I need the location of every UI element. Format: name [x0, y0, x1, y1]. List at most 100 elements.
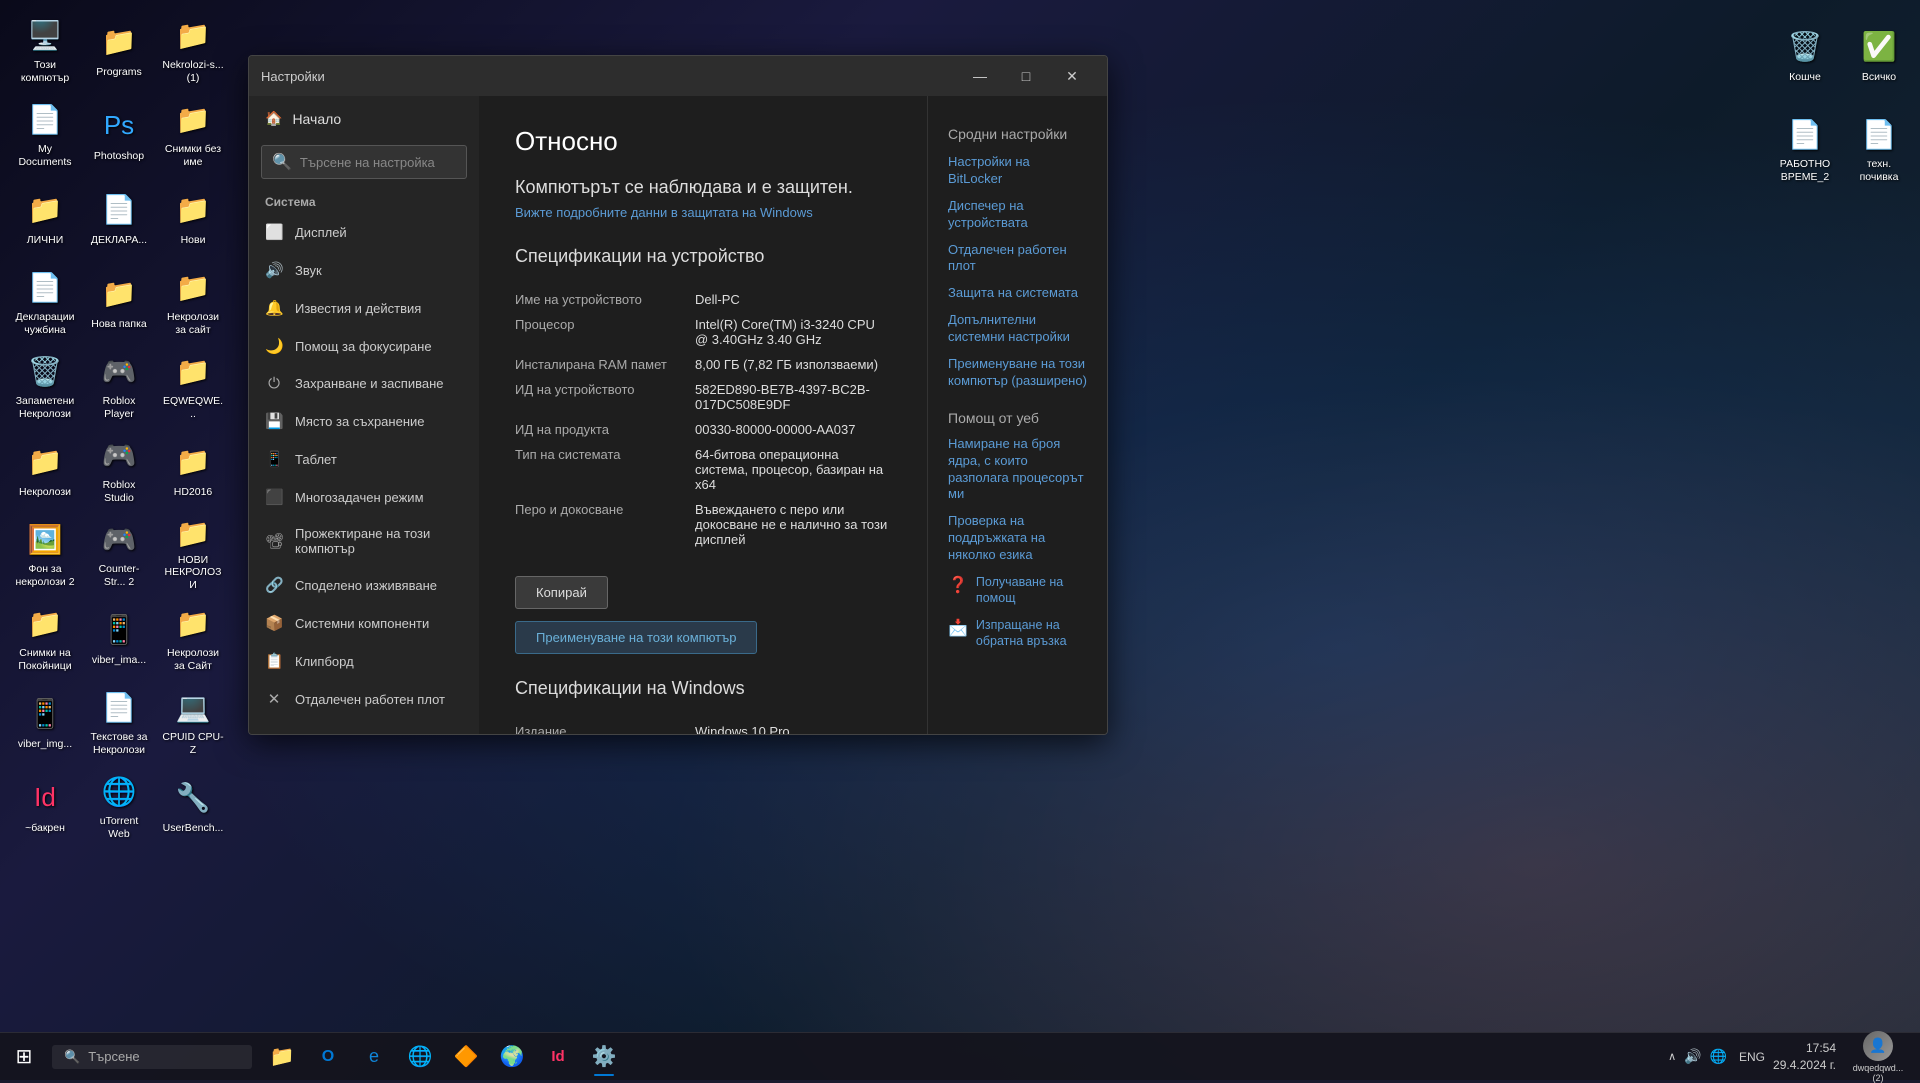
desktop-icon-cpuid[interactable]: 💻 CPUID CPU-Z [158, 682, 228, 762]
desktop-icon-lichni[interactable]: 📁 ЛИЧНИ [10, 178, 80, 258]
desktop-icon-snimki-pokoinici[interactable]: 📁 Снимки на Покойници [10, 598, 80, 678]
related-link-remote-desktop[interactable]: Отдалечен работен плот [948, 242, 1087, 276]
sidebar-item-clipboard[interactable]: 📋 Клипборд [249, 642, 479, 680]
close-button[interactable]: ✕ [1049, 60, 1095, 92]
help-link-cores[interactable]: Намиране на броя ядра, с които разполага… [948, 436, 1087, 504]
related-link-system-protection[interactable]: Защита на системата [948, 285, 1087, 302]
desktop-icon-tekstove[interactable]: 📄 Текстове за Некролози [84, 682, 154, 762]
desktop-icon-novi[interactable]: 📁 Нови [158, 178, 228, 258]
taskbar-app-chrome[interactable]: 🌐 [398, 1035, 442, 1079]
taskbar-app-outlook[interactable]: O [306, 1035, 350, 1079]
components-label: Системни компоненти [295, 616, 429, 631]
sidebar-search-input[interactable] [300, 155, 456, 170]
desktop-icon-deklaracii[interactable]: 📄 Декларации чужбина [10, 262, 80, 342]
desktop-icon-my-documents[interactable]: 📄 My Documents [10, 94, 80, 174]
start-button[interactable]: ⊞ [0, 1033, 48, 1081]
desktop-icon-utorrent[interactable]: 🌐 uTorrent Web [84, 766, 154, 846]
sidebar-item-sleep[interactable]: ⏻ Захранване и заспиване [249, 365, 479, 402]
rabotno-label: РАБОТНО ВРЕМЕ_2 [1774, 158, 1836, 183]
minimize-button[interactable]: — [957, 60, 1003, 92]
sidebar-item-shared[interactable]: 🔗 Споделено изживяване [249, 566, 479, 604]
maximize-button[interactable]: □ [1003, 60, 1049, 92]
help-link-languages[interactable]: Проверка на поддръжката на няколко езика [948, 513, 1087, 564]
sidebar-item-display[interactable]: ⬜ Дисплей [249, 213, 479, 251]
tray-lang[interactable]: ENG [1739, 1050, 1765, 1064]
taskbar-app-file-explorer[interactable]: 📁 [260, 1035, 304, 1079]
spec-value-system-type: 64-битова операционна система, процесор,… [695, 442, 891, 497]
desktop-icon-viber-img2[interactable]: 📱 viber_img... [10, 682, 80, 762]
sidebar-item-remote[interactable]: ✕ Отдалечен работен плот [249, 680, 479, 718]
desktop-icon-techn-pochivka[interactable]: 📄 техн. почивка [1844, 104, 1914, 194]
security-link[interactable]: Вижте подробните данни в защитата на Win… [515, 205, 813, 220]
help-item-get-help[interactable]: ❓ Получаване на помощ [948, 574, 1087, 607]
desktop-icon-fon-za[interactable]: 🖼️ Фон за некролози 2 [10, 514, 80, 594]
get-help-link[interactable]: Получаване на помощ [976, 574, 1087, 607]
desktop-icon-vsichko[interactable]: ✅ Всичко [1844, 10, 1914, 100]
tray-chevron-icon[interactable]: ∧ [1668, 1050, 1676, 1063]
project-label: Прожектиране на този компютър [295, 526, 463, 556]
sidebar-item-components[interactable]: 📦 Системни компоненти [249, 604, 479, 642]
desktop-icon-this-pc[interactable]: 🖥️ Този компютър [10, 10, 80, 90]
desktop-icon-zapameteni[interactable]: 🗑️ Запаметени Некролози [10, 346, 80, 426]
remote-icon: ✕ [265, 690, 283, 708]
storage-icon: 💾 [265, 412, 283, 430]
desktop-icon-viber-img[interactable]: 📱 viber_ima... [84, 598, 154, 678]
tray-volume-icon[interactable]: 🔊 [1684, 1048, 1701, 1065]
home-icon: 🏠 [265, 110, 282, 127]
desktop-icon-roblox-player[interactable]: 🎮 Roblox Player [84, 346, 154, 426]
sidebar-item-tablet[interactable]: 📱 Таблет [249, 440, 479, 478]
spec-value-device-id: 582ED890-BE7B-4397-BC2B-017DC508E9DF [695, 377, 891, 417]
taskbar-app-settings[interactable]: ⚙️ [582, 1035, 626, 1079]
sidebar-item-storage[interactable]: 💾 Място за съхранение [249, 402, 479, 440]
taskbar-app-edge[interactable]: e [352, 1035, 396, 1079]
taskbar-app-indesign[interactable]: Id [536, 1035, 580, 1079]
tray-network-icon[interactable]: 🌐 [1710, 1048, 1727, 1065]
taskbar-app-5[interactable]: 🔶 [444, 1035, 488, 1079]
desktop-icon-counter-str[interactable]: 🎮 Counter-Str... 2 [84, 514, 154, 594]
nova-papka-label: Нова папка [91, 318, 147, 331]
desktop-icon-nekrolozi-sajt[interactable]: 📁 Некролози за сайт [158, 262, 228, 342]
desktop-icon-deklarac[interactable]: 📄 ДЕКЛАРА... [84, 178, 154, 258]
nekrolozi2-label: Некролози [19, 486, 71, 499]
desktop-icon-koshche[interactable]: 🗑️ Кошче [1770, 10, 1840, 100]
viber-img-label: viber_ima... [92, 654, 146, 667]
sidebar-item-notifications[interactable]: 🔔 Известия и действия [249, 289, 479, 327]
related-link-rename-extended[interactable]: Преименуване на този компютър (разширено… [948, 356, 1087, 390]
sidebar-item-multitask[interactable]: ⬛ Многозадачен режим [249, 478, 479, 516]
desktop-icon-hd2016[interactable]: 📁 HD2016 [158, 430, 228, 510]
desktop-icon-nekrolozi-sajt2[interactable]: 📁 Некролози за Сайт [158, 598, 228, 678]
spec-value-product-id: 00330-80000-00000-AA037 [695, 417, 891, 442]
help-item-feedback[interactable]: 📩 Изпращане на обратна връзка [948, 617, 1087, 650]
sidebar-home[interactable]: 🏠 Начало [249, 96, 479, 141]
rename-button[interactable]: Преименуване на този компютър [515, 621, 757, 654]
desktop-icon-indesign[interactable]: Id ~бакрен [10, 766, 80, 846]
sidebar-search-box[interactable]: 🔍 [261, 145, 467, 179]
sidebar-item-focus[interactable]: 🌙 Помощ за фокусиране [249, 327, 479, 365]
desktop-icon-eqweqwe[interactable]: 📁 EQWEQWE... [158, 346, 228, 426]
snimki-bez-label: Снимки без име [162, 143, 224, 168]
taskbar-search[interactable]: 🔍 Търсене [52, 1045, 252, 1069]
desktop-icon-snimki-bez[interactable]: 📁 Снимки без име [158, 94, 228, 174]
desktop-icon-novi-nekrolozi[interactable]: 📁 НОВИ НЕКРОЛОЗИ [158, 514, 228, 594]
taskbar-app-ie[interactable]: 🌍 [490, 1035, 534, 1079]
sidebar-item-project[interactable]: 📽 Прожектиране на този компютър [249, 516, 479, 566]
zapameteni-label: Запаметени Некролози [14, 395, 76, 420]
copy-button[interactable]: Копирай [515, 576, 608, 609]
windows-spec-table: Издание Windows 10 Pro Версия 22H2 Инста… [515, 719, 891, 734]
desktop-icon-nekrolozi2[interactable]: 📁 Некролози [10, 430, 80, 510]
desktop-icon-photoshop[interactable]: Ps Photoshop [84, 94, 154, 174]
desktop-icon-roblox-studio[interactable]: 🎮 Roblox Studio [84, 430, 154, 510]
tray-clock[interactable]: 17:54 29.4.2024 г. [1773, 1040, 1836, 1074]
desktop-icon-rabotno[interactable]: 📄 РАБОТНО ВРЕМЕ_2 [1770, 104, 1840, 194]
desktop-icon-nova-papka[interactable]: 📁 Нова папка [84, 262, 154, 342]
related-link-advanced-settings[interactable]: Допълнителни системни настройки [948, 312, 1087, 346]
related-link-device-manager[interactable]: Диспечер на устройствата [948, 198, 1087, 232]
desktop-icon-userbench[interactable]: 🔧 UserBench... [158, 766, 228, 846]
related-link-bitlocker[interactable]: Настройки на BitLocker [948, 154, 1087, 188]
spec-row-product-id: ИД на продукта 00330-80000-00000-AA037 [515, 417, 891, 442]
desktop-icon-nekrolozi-s[interactable]: 📁 Nekrolozi-s... (1) [158, 10, 228, 90]
eqweqwe-label: EQWEQWE... [162, 395, 224, 420]
feedback-link[interactable]: Изпращане на обратна връзка [976, 617, 1087, 650]
desktop-icon-programs[interactable]: 📁 Programs [84, 10, 154, 90]
sidebar-item-sound[interactable]: 🔊 Звук [249, 251, 479, 289]
